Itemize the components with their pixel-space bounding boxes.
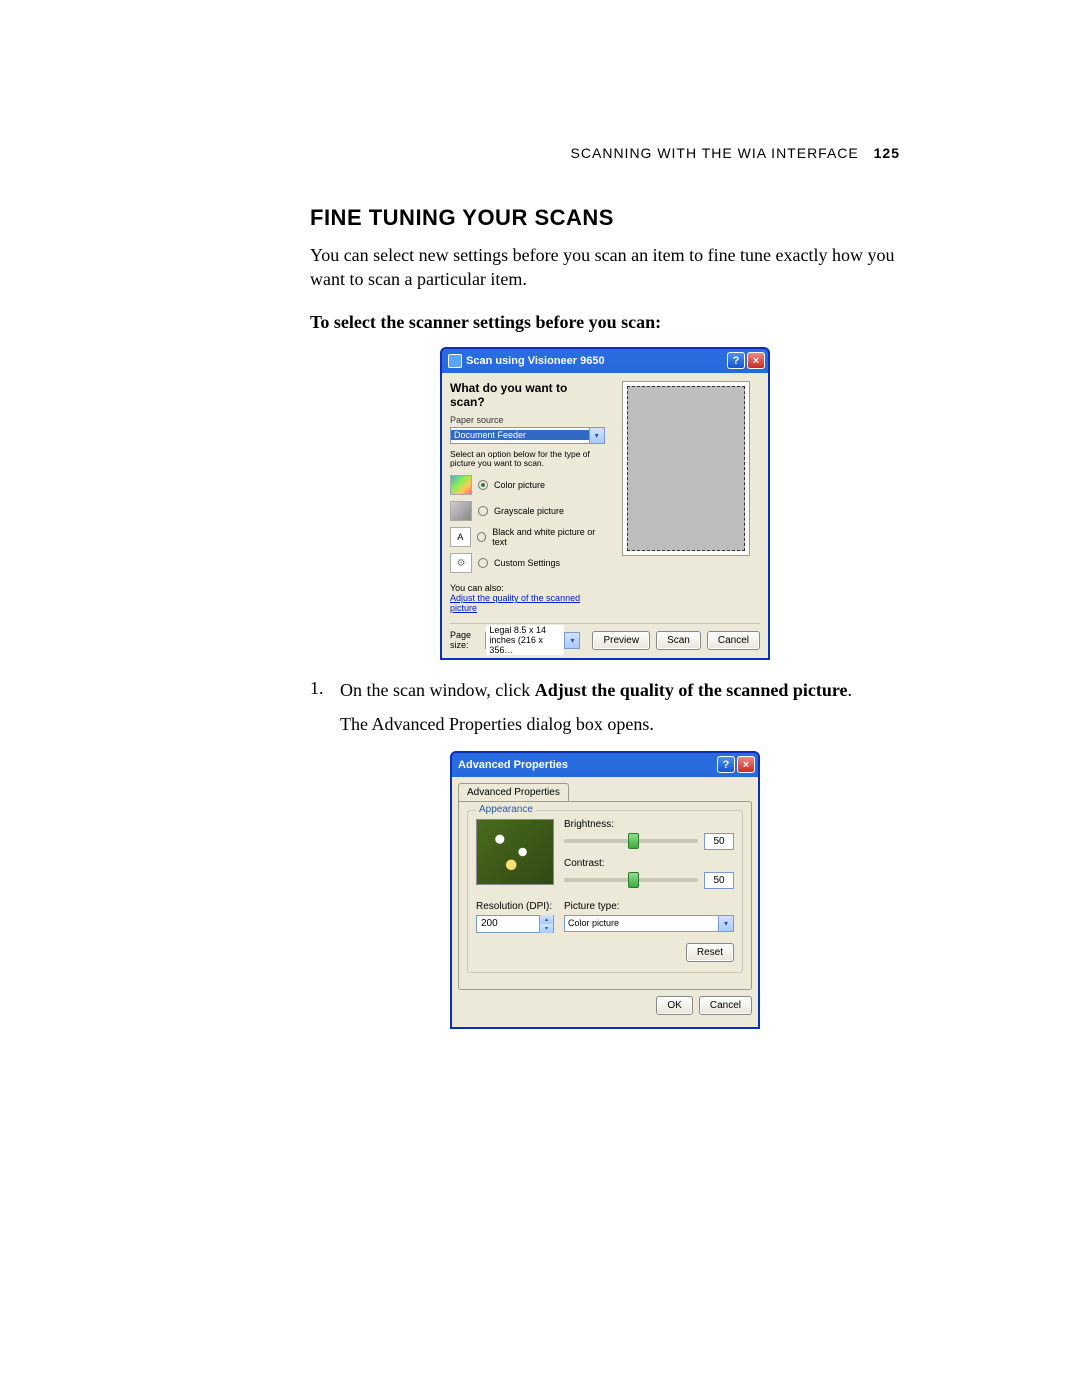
titlebar: Advanced Properties ? × xyxy=(452,753,758,777)
appearance-preview-image xyxy=(476,819,554,885)
intro-paragraph: You can select new settings before you s… xyxy=(310,243,900,292)
running-head-text: SCANNING WITH THE WIA INTERFACE xyxy=(571,145,859,161)
radio-bw[interactable] xyxy=(477,532,487,542)
contrast-value[interactable]: 50 xyxy=(704,872,734,889)
section-heading: FINE TUNING YOUR SCANS xyxy=(310,205,900,231)
paper-source-select[interactable]: Document Feeder ▾ xyxy=(450,427,605,444)
app-icon xyxy=(448,354,462,368)
page-size-label: Page size: xyxy=(450,630,479,650)
option-bw[interactable]: Black and white picture or text xyxy=(450,527,605,547)
tab-advanced-properties[interactable]: Advanced Properties xyxy=(458,783,569,801)
chevron-down-icon: ▾ xyxy=(564,633,579,648)
group-appearance: Appearance xyxy=(476,804,536,815)
close-button[interactable]: × xyxy=(747,352,765,369)
cancel-button[interactable]: Cancel xyxy=(699,996,752,1015)
help-button[interactable]: ? xyxy=(717,756,735,773)
help-button[interactable]: ? xyxy=(727,352,745,369)
contrast-label: Contrast: xyxy=(564,858,734,869)
resolution-label: Resolution (DPI): xyxy=(476,901,554,912)
gray-label: Grayscale picture xyxy=(494,506,564,516)
window-title: Scan using Visioneer 9650 xyxy=(466,355,605,367)
chevron-down-icon: ▾ xyxy=(718,916,733,931)
resolution-value: 200 xyxy=(477,918,539,929)
radio-grayscale[interactable] xyxy=(478,506,488,516)
cancel-button[interactable]: Cancel xyxy=(707,631,760,650)
procedure-heading: To select the scanner settings before yo… xyxy=(310,312,900,333)
resolution-spinner[interactable]: 200 ▴ ▾ xyxy=(476,915,554,933)
page-size-select[interactable]: Legal 8.5 x 14 inches (216 x 356… ▾ xyxy=(485,632,580,649)
page-size-value: Legal 8.5 x 14 inches (216 x 356… xyxy=(486,625,564,655)
color-thumb-icon xyxy=(450,475,472,495)
scan-button[interactable]: Scan xyxy=(656,631,701,650)
page-number: 125 xyxy=(874,145,900,161)
color-label: Color picture xyxy=(494,480,545,490)
spin-down-icon[interactable]: ▾ xyxy=(539,924,553,933)
chevron-down-icon: ▾ xyxy=(589,428,604,443)
option-instruction: Select an option below for the type of p… xyxy=(450,450,605,470)
custom-label: Custom Settings xyxy=(494,558,560,568)
picture-type-label: Picture type: xyxy=(564,901,734,912)
bw-thumb-icon xyxy=(450,527,471,547)
paper-source-value: Document Feeder xyxy=(451,430,589,440)
running-header: SCANNING WITH THE WIA INTERFACE 125 xyxy=(571,145,900,161)
step-text-pre: On the scan window, click xyxy=(340,680,535,700)
scan-question: What do you want to scan? xyxy=(450,381,605,409)
preview-area[interactable] xyxy=(627,386,745,551)
close-button[interactable]: × xyxy=(737,756,755,773)
scan-window: Scan using Visioneer 9650 ? × What do yo… xyxy=(440,347,770,661)
radio-color[interactable] xyxy=(478,480,488,490)
paper-source-label: Paper source xyxy=(450,415,605,425)
contrast-slider[interactable] xyxy=(564,878,698,882)
step-1: 1. On the scan window, click Adjust the … xyxy=(310,678,900,737)
step-number: 1. xyxy=(310,678,340,737)
picture-type-value: Color picture xyxy=(565,918,718,928)
brightness-value[interactable]: 50 xyxy=(704,833,734,850)
brightness-label: Brightness: xyxy=(564,819,734,830)
spin-up-icon[interactable]: ▴ xyxy=(539,915,553,924)
figure-advanced-properties: Advanced Properties ? × Advanced Propert… xyxy=(310,751,900,1029)
window-title: Advanced Properties xyxy=(458,759,568,771)
reset-button[interactable]: Reset xyxy=(686,943,734,962)
option-color[interactable]: Color picture xyxy=(450,475,605,495)
bw-label: Black and white picture or text xyxy=(492,527,604,547)
step-text-post: . xyxy=(848,680,853,700)
custom-thumb-icon xyxy=(450,553,472,573)
step-result: The Advanced Properties dialog box opens… xyxy=(340,714,654,734)
brightness-slider[interactable] xyxy=(564,839,698,843)
ok-button[interactable]: OK xyxy=(656,996,692,1015)
advanced-properties-window: Advanced Properties ? × Advanced Propert… xyxy=(450,751,760,1029)
picture-type-select[interactable]: Color picture ▾ xyxy=(564,915,734,932)
titlebar: Scan using Visioneer 9650 ? × xyxy=(442,349,768,373)
preview-button[interactable]: Preview xyxy=(592,631,650,650)
radio-custom[interactable] xyxy=(478,558,488,568)
gray-thumb-icon xyxy=(450,501,472,521)
also-label: You can also: xyxy=(450,583,605,593)
step-text-bold: Adjust the quality of the scanned pictur… xyxy=(535,680,848,700)
adjust-quality-link[interactable]: Adjust the quality of the scanned pictur… xyxy=(450,593,605,613)
option-grayscale[interactable]: Grayscale picture xyxy=(450,501,605,521)
figure-scan-dialog: Scan using Visioneer 9650 ? × What do yo… xyxy=(310,347,900,661)
preview-frame xyxy=(622,381,750,556)
option-custom[interactable]: Custom Settings xyxy=(450,553,605,573)
